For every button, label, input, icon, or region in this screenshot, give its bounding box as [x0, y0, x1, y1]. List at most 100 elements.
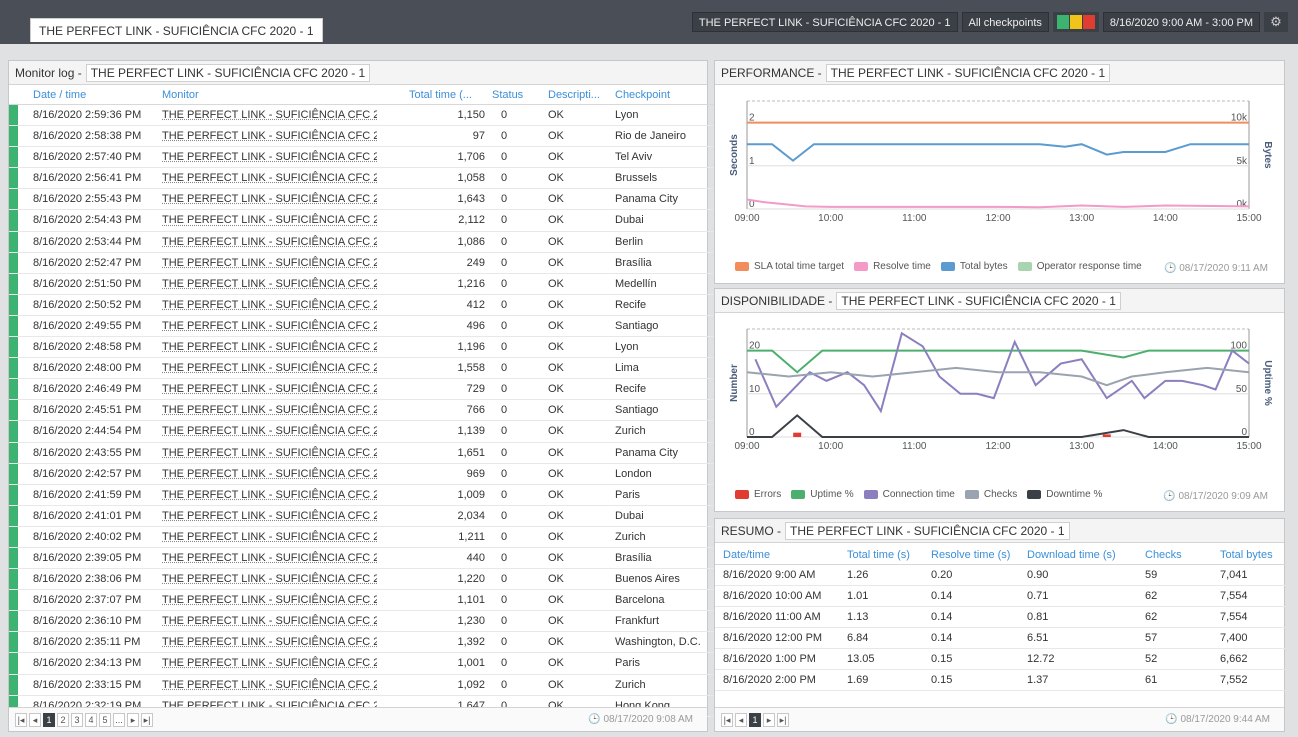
- table-row[interactable]: 8/16/2020 11:00 AM 1.13 0.14 0.81 62 7,554: [715, 607, 1285, 628]
- table-row[interactable]: 8/16/2020 2:40:02 PM THE PERFECT LINK - S…: [9, 526, 715, 548]
- series-line[interactable]: [746, 366, 1250, 387]
- table-row[interactable]: 8/16/2020 2:49:55 PM THE PERFECT LINK - S…: [9, 315, 715, 338]
- table-row[interactable]: 8/16/2020 2:56:41 PM THE PERFECT LINK - S…: [9, 168, 715, 190]
- first-page-button[interactable]: |◂: [721, 712, 733, 727]
- monitor-link[interactable]: THE PERFECT LINK - SUFICIÊNCIA CFC 2020 …: [162, 527, 377, 547]
- monitor-link[interactable]: THE PERFECT LINK - SUFICIÊNCIA CFC 2020 …: [162, 189, 377, 209]
- performance-chart[interactable]: 0120k5k10k09:00 10:00 11:00 12:00 13:00 14:00…: [715, 87, 1284, 247]
- table-row[interactable]: 8/16/2020 2:48:58 PM THE PERFECT LINK - S…: [9, 337, 715, 359]
- table-row[interactable]: 8/16/2020 2:53:44 PM THE PERFECT LINK - S…: [9, 231, 715, 253]
- monitor-link[interactable]: THE PERFECT LINK - SUFICIÊNCIA CFC 2020 …: [162, 506, 377, 526]
- monitor-link[interactable]: THE PERFECT LINK - SUFICIÊNCIA CFC 2020 …: [162, 379, 377, 399]
- last-page-button[interactable]: ▸|: [777, 712, 789, 727]
- page-button[interactable]: ...: [113, 712, 125, 727]
- table-row[interactable]: 8/16/2020 12:00 PM 6.84 0.14 6.51 57 7,400: [715, 628, 1285, 649]
- column-header[interactable]: Total bytes: [1220, 545, 1273, 565]
- table-row[interactable]: 8/16/2020 9:00 AM 1.26 0.20 0.90 59 7,041: [715, 565, 1285, 586]
- monitor-link[interactable]: THE PERFECT LINK - SUFICIÊNCIA CFC 2020 …: [162, 253, 377, 273]
- status-filter[interactable]: [1052, 12, 1099, 32]
- monitor-link[interactable]: THE PERFECT LINK - SUFICIÊNCIA CFC 2020 …: [162, 548, 377, 568]
- series-line[interactable]: [747, 349, 1249, 374]
- table-row[interactable]: 8/16/2020 2:54:43 PM THE PERFECT LINK - S…: [9, 210, 715, 232]
- monitor-link[interactable]: THE PERFECT LINK - SUFICIÊNCIA CFC 2020 …: [162, 400, 377, 420]
- legend-item[interactable]: Downtime %: [1027, 489, 1102, 500]
- panel-monitor-name[interactable]: THE PERFECT LINK - SUFICIÊNCIA CFC 2020 …: [825, 63, 1111, 82]
- table-row[interactable]: 8/16/2020 2:44:54 PM THE PERFECT LINK - S…: [9, 421, 715, 443]
- prev-page-button[interactable]: ◂: [29, 712, 41, 727]
- monitor-link[interactable]: THE PERFECT LINK - SUFICIÊNCIA CFC 2020 …: [162, 653, 377, 673]
- monitor-link[interactable]: THE PERFECT LINK - SUFICIÊNCIA CFC 2020 …: [162, 611, 377, 631]
- availability-chart[interactable]: 0102005010009:00 10:00 11:00 12:00 13:00 14:0…: [715, 315, 1284, 475]
- status-ok-square[interactable]: [1056, 15, 1069, 29]
- error-bar[interactable]: [1102, 434, 1111, 437]
- table-row[interactable]: 8/16/2020 2:51:50 PM THE PERFECT LINK - S…: [9, 273, 715, 295]
- legend-item[interactable]: Checks: [964, 489, 1017, 500]
- error-bar[interactable]: [793, 432, 802, 437]
- legend-item[interactable]: Uptime %: [791, 489, 854, 500]
- panel-monitor-name[interactable]: THE PERFECT LINK - SUFICIÊNCIA CFC 2020 …: [85, 63, 371, 82]
- page-button[interactable]: 1: [43, 712, 55, 727]
- monitor-link[interactable]: THE PERFECT LINK - SUFICIÊNCIA CFC 2020 …: [162, 210, 377, 230]
- description-header[interactable]: Descripti...: [548, 87, 610, 104]
- table-row[interactable]: 8/16/2020 10:00 AM 1.01 0.14 0.71 62 7,554: [715, 586, 1285, 607]
- legend-item[interactable]: Errors: [735, 489, 781, 500]
- monitor-link[interactable]: THE PERFECT LINK - SUFICIÊNCIA CFC 2020 …: [162, 421, 377, 441]
- legend-item[interactable]: Operator response time: [1017, 261, 1142, 272]
- status-warning-square[interactable]: [1069, 15, 1082, 29]
- table-row[interactable]: 8/16/2020 2:45:51 PM THE PERFECT LINK - S…: [9, 400, 715, 422]
- page-button[interactable]: 2: [57, 712, 69, 727]
- monitor-link[interactable]: THE PERFECT LINK - SUFICIÊNCIA CFC 2020 …: [162, 105, 377, 125]
- column-header[interactable]: Total time (s): [847, 545, 910, 565]
- table-row[interactable]: 8/16/2020 2:43:55 PM THE PERFECT LINK - S…: [9, 442, 715, 464]
- monitor-link[interactable]: THE PERFECT LINK - SUFICIÊNCIA CFC 2020 …: [162, 358, 377, 378]
- monitor-header[interactable]: Monitor: [162, 87, 377, 104]
- monitor-link[interactable]: THE PERFECT LINK - SUFICIÊNCIA CFC 2020 …: [162, 147, 377, 167]
- monitor-link[interactable]: THE PERFECT LINK - SUFICIÊNCIA CFC 2020 …: [162, 126, 377, 146]
- status-error-square[interactable]: [1082, 15, 1095, 29]
- monitor-link[interactable]: THE PERFECT LINK - SUFICIÊNCIA CFC 2020 …: [162, 443, 377, 463]
- monitor-link[interactable]: THE PERFECT LINK - SUFICIÊNCIA CFC 2020 …: [162, 590, 377, 610]
- table-row[interactable]: 8/16/2020 2:35:11 PM THE PERFECT LINK - S…: [9, 632, 715, 654]
- monitor-link[interactable]: THE PERFECT LINK - SUFICIÊNCIA CFC 2020 …: [162, 316, 377, 336]
- next-page-button[interactable]: ▸: [763, 712, 775, 727]
- monitor-link[interactable]: THE PERFECT LINK - SUFICIÊNCIA CFC 2020 …: [162, 464, 377, 484]
- monitor-link[interactable]: THE PERFECT LINK - SUFICIÊNCIA CFC 2020 …: [162, 295, 377, 315]
- table-row[interactable]: 8/16/2020 2:55:43 PM THE PERFECT LINK - S…: [9, 189, 715, 211]
- last-page-button[interactable]: ▸|: [141, 712, 153, 727]
- column-header[interactable]: Download time (s): [1027, 545, 1116, 565]
- series-line[interactable]: [747, 143, 1249, 162]
- monitor-link[interactable]: THE PERFECT LINK - SUFICIÊNCIA CFC 2020 …: [162, 632, 377, 652]
- page-button[interactable]: 3: [71, 712, 83, 727]
- page-button[interactable]: 4: [85, 712, 97, 727]
- status-header[interactable]: Status: [492, 87, 542, 104]
- monitor-link[interactable]: THE PERFECT LINK - SUFICIÊNCIA CFC 2020 …: [162, 232, 377, 252]
- column-header[interactable]: Checks: [1145, 545, 1182, 565]
- monitor-link[interactable]: THE PERFECT LINK - SUFICIÊNCIA CFC 2020 …: [162, 569, 377, 589]
- series-line[interactable]: [747, 414, 1249, 438]
- checkpoints-button[interactable]: All checkpoints: [961, 12, 1049, 32]
- table-row[interactable]: 8/16/2020 2:50:52 PM THE PERFECT LINK - S…: [9, 294, 715, 316]
- table-row[interactable]: 8/16/2020 2:59:36 PM THE PERFECT LINK - S…: [9, 105, 715, 127]
- prev-page-button[interactable]: ◂: [735, 712, 747, 727]
- monitor-link[interactable]: THE PERFECT LINK - SUFICIÊNCIA CFC 2020 …: [162, 168, 377, 188]
- series-line[interactable]: [746, 198, 1250, 209]
- table-row[interactable]: 8/16/2020 2:41:01 PM THE PERFECT LINK - S…: [9, 505, 715, 527]
- first-page-button[interactable]: |◂: [15, 712, 27, 727]
- panel-monitor-name[interactable]: THE PERFECT LINK - SUFICIÊNCIA CFC 2020 …: [836, 291, 1121, 310]
- table-row[interactable]: 8/16/2020 2:34:13 PM THE PERFECT LINK - S…: [9, 653, 715, 675]
- table-row[interactable]: 8/16/2020 2:57:40 PM THE PERFECT LINK - S…: [9, 147, 715, 169]
- table-row[interactable]: 8/16/2020 2:37:07 PM THE PERFECT LINK - S…: [9, 590, 715, 612]
- table-row[interactable]: 8/16/2020 2:41:59 PM THE PERFECT LINK - S…: [9, 484, 715, 506]
- gear-icon[interactable]: ⚙: [1264, 12, 1288, 32]
- monitor-link[interactable]: THE PERFECT LINK - SUFICIÊNCIA CFC 2020 …: [162, 675, 377, 695]
- table-row[interactable]: 8/16/2020 2:36:10 PM THE PERFECT LINK - S…: [9, 611, 715, 633]
- table-row[interactable]: 8/16/2020 2:00 PM 1.69 0.15 1.37 61 7,552: [715, 670, 1285, 691]
- table-row[interactable]: 8/16/2020 1:00 PM 13.05 0.15 12.72 52 6,662: [715, 649, 1285, 670]
- date-time-header[interactable]: Date / time: [33, 87, 158, 104]
- page-button[interactable]: 5: [99, 712, 111, 727]
- table-row[interactable]: 8/16/2020 2:58:38 PM THE PERFECT LINK - S…: [9, 126, 715, 148]
- monitor-link[interactable]: THE PERFECT LINK - SUFICIÊNCIA CFC 2020 …: [162, 274, 377, 294]
- monitor-tab[interactable]: THE PERFECT LINK - SUFICIÊNCIA CFC 2020 …: [30, 18, 323, 42]
- legend-item[interactable]: Total bytes: [940, 261, 1008, 272]
- table-row[interactable]: 8/16/2020 2:42:57 PM THE PERFECT LINK - S…: [9, 463, 715, 485]
